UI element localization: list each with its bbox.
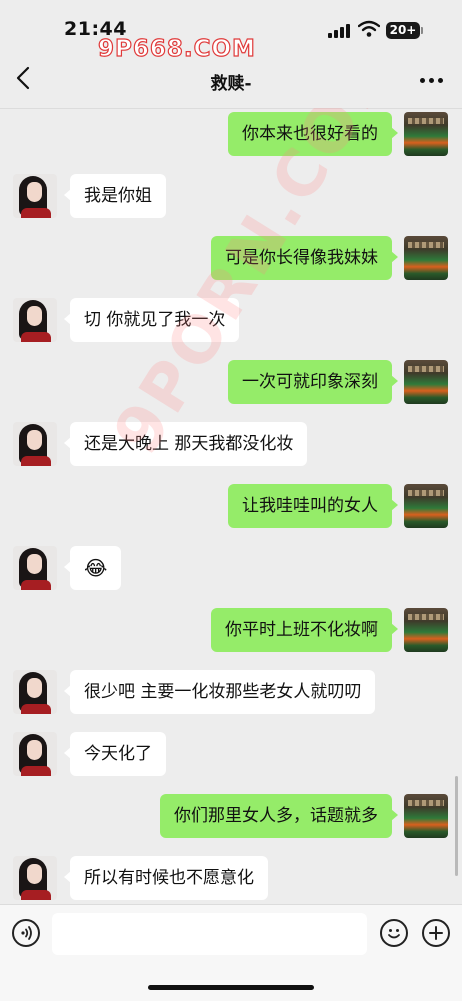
message-bubble[interactable]: 今天化了 bbox=[64, 732, 166, 776]
my-avatar[interactable] bbox=[404, 794, 448, 838]
message-bubble[interactable]: 你们那里女人多，话题就多 bbox=[160, 794, 398, 838]
more-icon[interactable] bbox=[418, 78, 444, 84]
emoji-message[interactable]: 😂 bbox=[63, 546, 122, 590]
message-row: 可是你长得像我妹妹 bbox=[0, 236, 462, 282]
message-row: 所以有时候也不愿意化 bbox=[0, 856, 462, 902]
message-bubble[interactable]: 你平时上班不化妆啊 bbox=[211, 608, 398, 652]
message-bubble[interactable]: 还是大晚上 那天我都没化妆 bbox=[63, 422, 308, 466]
voice-icon[interactable] bbox=[12, 919, 40, 947]
message-row: 今天化了 bbox=[0, 732, 462, 778]
message-bubble[interactable]: 我是你姐 bbox=[64, 174, 166, 218]
message-row: 切 你就见了我一次 bbox=[0, 298, 462, 344]
message-bubble[interactable]: 让我哇哇叫的女人 bbox=[228, 484, 398, 528]
message-row: 一次可就印象深刻 bbox=[0, 360, 462, 406]
contact-avatar[interactable] bbox=[13, 174, 57, 218]
my-avatar[interactable] bbox=[404, 608, 448, 652]
message-input[interactable] bbox=[52, 913, 367, 955]
signal-icon bbox=[328, 24, 352, 38]
my-avatar[interactable] bbox=[404, 236, 448, 280]
message-list[interactable]: 你本来也很好看的 我是你姐 可是你长得像我妹妹 切 你就见了我一次 一次可就印象… bbox=[0, 108, 462, 904]
message-bubble[interactable]: 所以有时候也不愿意化 bbox=[64, 856, 268, 900]
contact-avatar[interactable] bbox=[13, 670, 57, 714]
scrollbar[interactable] bbox=[455, 776, 458, 876]
message-row: 你平时上班不化妆啊 bbox=[0, 608, 462, 654]
message-row: 很少吧 主要一化妆那些老女人就叨叨 bbox=[0, 670, 462, 716]
message-bubble[interactable]: 切 你就见了我一次 bbox=[63, 298, 240, 342]
my-avatar[interactable] bbox=[404, 484, 448, 528]
status-bar: 21:44 20+ 9P668.COM bbox=[0, 0, 462, 63]
my-avatar[interactable] bbox=[404, 112, 448, 156]
battery-icon: 20+ bbox=[386, 22, 420, 39]
message-row: 让我哇哇叫的女人 bbox=[0, 484, 462, 530]
message-bubble[interactable]: 可是你长得像我妹妹 bbox=[211, 236, 398, 280]
message-row: 你本来也很好看的 bbox=[0, 112, 462, 158]
wifi-icon bbox=[358, 20, 380, 37]
emoji-icon[interactable] bbox=[380, 919, 408, 947]
message-bubble[interactable]: 一次可就印象深刻 bbox=[228, 360, 398, 404]
add-icon[interactable] bbox=[422, 919, 450, 947]
diagonal-watermark: 9PORN.COM bbox=[100, 108, 414, 468]
message-bubble[interactable]: 很少吧 主要一化妆那些老女人就叨叨 bbox=[63, 670, 376, 714]
contact-avatar[interactable] bbox=[13, 546, 57, 590]
nav-bar: 救赎- bbox=[0, 52, 462, 109]
message-row: 😂 bbox=[0, 546, 462, 592]
message-bubble[interactable]: 你本来也很好看的 bbox=[228, 112, 398, 156]
contact-avatar[interactable] bbox=[13, 422, 57, 466]
contact-avatar[interactable] bbox=[13, 732, 57, 776]
message-row: 我是你姐 bbox=[0, 174, 462, 220]
contact-avatar[interactable] bbox=[13, 856, 57, 900]
battery-tip bbox=[421, 27, 423, 34]
message-row: 你们那里女人多，话题就多 bbox=[0, 794, 462, 840]
chat-title: 救赎- bbox=[210, 74, 252, 94]
contact-avatar[interactable] bbox=[13, 298, 57, 342]
message-row: 还是大晚上 那天我都没化妆 bbox=[0, 422, 462, 468]
my-avatar[interactable] bbox=[404, 360, 448, 404]
home-indicator bbox=[148, 985, 314, 990]
